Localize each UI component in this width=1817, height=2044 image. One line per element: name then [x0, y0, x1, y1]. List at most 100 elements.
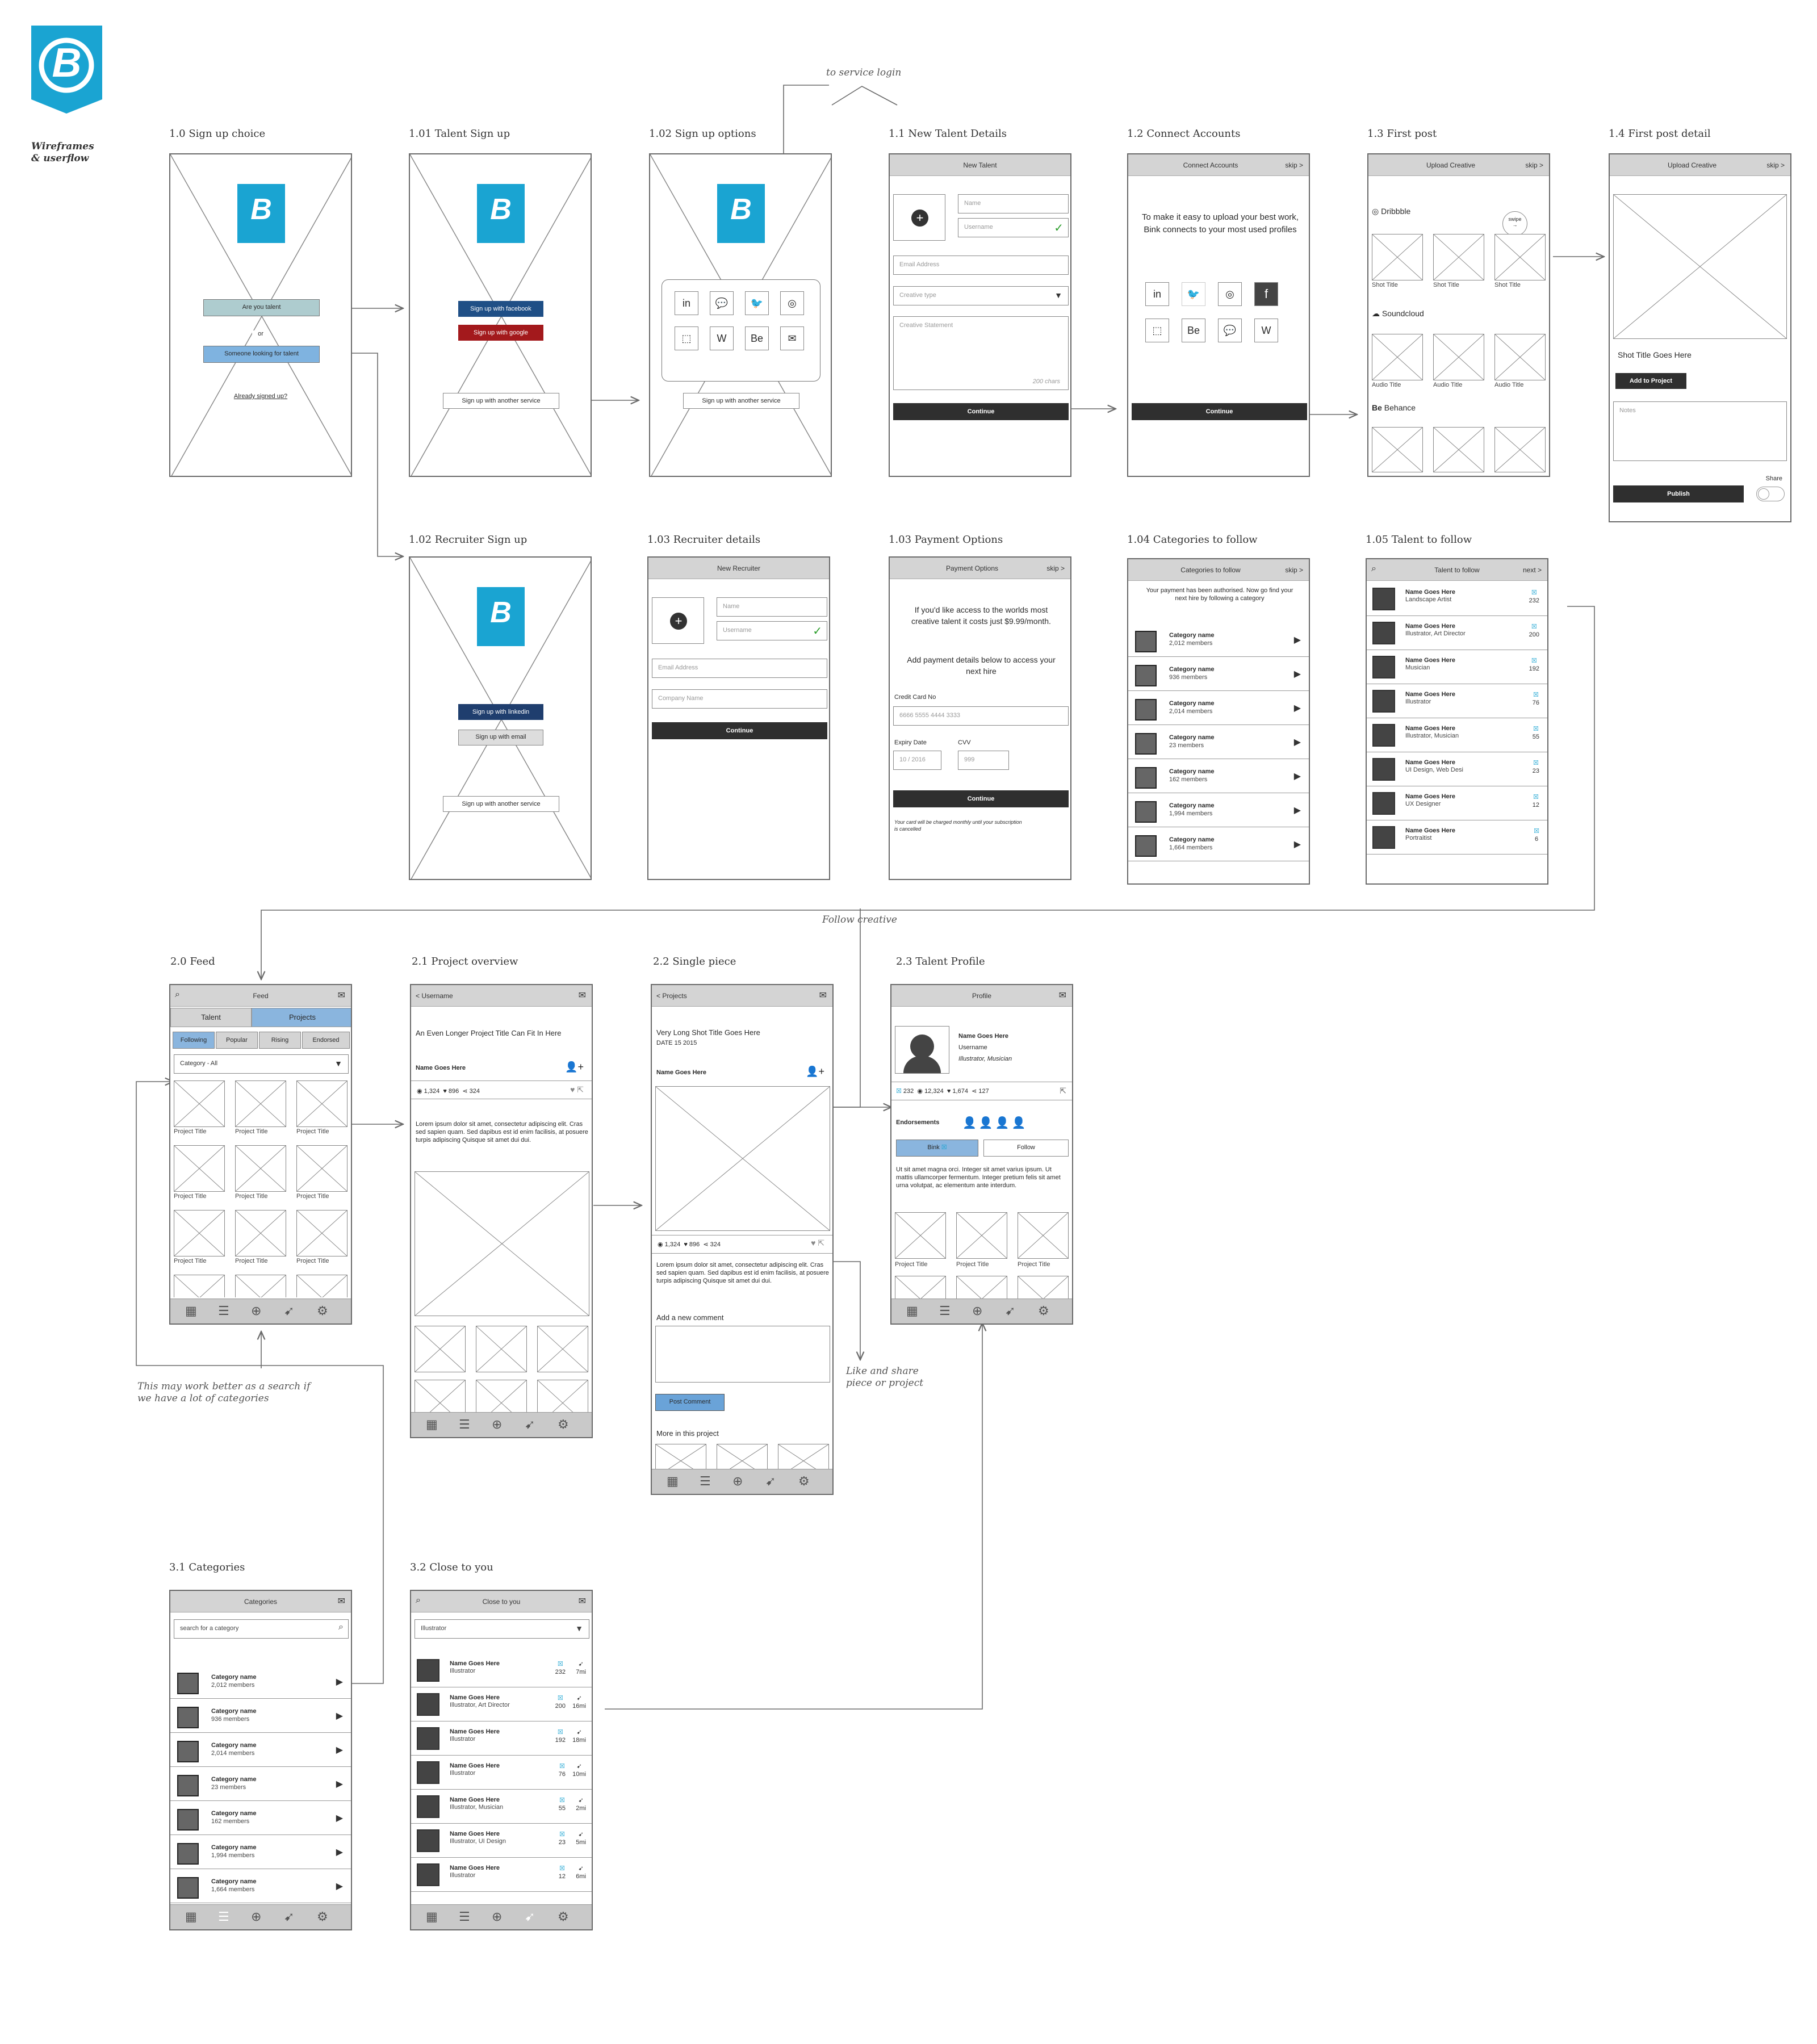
mail-icon[interactable]: ✉ — [1059, 990, 1066, 1001]
back-link[interactable]: < Username — [416, 992, 453, 1000]
author-name[interactable]: Name Goes Here — [416, 1065, 466, 1071]
audio-thumb[interactable] — [1372, 334, 1423, 380]
talent-button[interactable]: Are you talent — [203, 299, 320, 316]
talent-row[interactable]: Name Goes Here Illustrator ☒ 76 — [1367, 684, 1547, 718]
nearby-row[interactable]: Name Goes Here Illustrator ☒ 76 ➹ 10mi — [411, 1756, 592, 1790]
project-thumb[interactable] — [895, 1276, 946, 1301]
dribbble-icon[interactable]: ◎ — [780, 291, 804, 315]
settings-icon[interactable]: ⚙ — [1038, 1305, 1049, 1317]
category-row[interactable]: Category name 2,012 members ▶ — [1128, 623, 1309, 657]
another-service-button[interactable]: Sign up with another service — [683, 393, 799, 409]
wordpress-icon[interactable]: W — [710, 326, 734, 350]
category-row[interactable]: Category name 936 members ▶ — [1128, 657, 1309, 691]
comment-textarea[interactable] — [655, 1326, 830, 1383]
category-row[interactable]: Category name 1,994 members ▶ — [1128, 793, 1309, 827]
nearby-row[interactable]: Name Goes Here Illustrator, UI Design ☒ 23 ➹… — [411, 1824, 592, 1858]
facebook-icon[interactable]: f — [1254, 282, 1278, 306]
recruiter-button[interactable]: Someone looking for talent — [203, 346, 320, 363]
grid-icon[interactable]: ▦ — [426, 1911, 438, 1923]
linkedin-icon[interactable]: in — [1145, 282, 1169, 306]
post-comment-button[interactable]: Post Comment — [655, 1394, 725, 1411]
grid-icon[interactable]: ▦ — [906, 1305, 918, 1317]
shot-thumb[interactable] — [1494, 234, 1546, 280]
share-toggle[interactable] — [1756, 487, 1785, 501]
email-button[interactable]: Sign up with email — [458, 730, 543, 745]
nearby-row[interactable]: Name Goes Here Illustrator ☒ 192 ➹ 18mi — [411, 1722, 592, 1756]
grid-icon[interactable]: ▦ — [185, 1911, 197, 1923]
avatar-add[interactable]: + — [893, 194, 945, 241]
talent-row[interactable]: Name Goes Here Musician ☒ 192 — [1367, 650, 1547, 684]
tab-projects[interactable]: Projects — [252, 1008, 351, 1027]
follow-button[interactable]: Follow — [983, 1140, 1069, 1157]
category-row[interactable]: Category name 2,012 members ▶ — [170, 1665, 351, 1699]
continue-button[interactable]: Continue — [652, 722, 827, 739]
settings-icon[interactable]: ⚙ — [798, 1475, 810, 1488]
already-signed-link[interactable]: Already signed up? — [170, 393, 351, 400]
settings-icon[interactable]: ⚙ — [558, 1911, 569, 1923]
pin-icon[interactable]: ➹ — [284, 1305, 294, 1317]
category-row[interactable]: Category name 1,994 members ▶ — [170, 1835, 351, 1869]
follow-user-icon[interactable]: 👤+ — [806, 1066, 824, 1078]
category-row[interactable]: Category name 936 members ▶ — [170, 1699, 351, 1733]
audio-thumb[interactable] — [1433, 334, 1484, 380]
mail-icon[interactable]: ✉ — [338, 990, 345, 1001]
talent-row[interactable]: Name Goes Here UI Design, Web Desi ☒ 23 — [1367, 752, 1547, 786]
piece-image[interactable] — [655, 1086, 830, 1231]
continue-button[interactable]: Continue — [1132, 403, 1307, 420]
wordpress-icon[interactable]: W — [1254, 319, 1278, 342]
another-service-button[interactable]: Sign up with another service — [443, 393, 559, 409]
expiry-input[interactable]: 10 / 2016 — [893, 751, 941, 770]
author-name[interactable]: Name Goes Here — [656, 1069, 706, 1076]
list-icon[interactable]: ☰ — [700, 1475, 711, 1488]
list-icon[interactable]: ☰ — [939, 1305, 951, 1317]
project-thumb[interactable] — [537, 1326, 588, 1372]
project-thumb[interactable] — [296, 1080, 348, 1127]
mail-icon[interactable]: ✉ — [338, 1595, 345, 1607]
add-icon[interactable]: ⊕ — [972, 1305, 982, 1317]
another-service-button[interactable]: Sign up with another service — [443, 796, 559, 812]
nearby-row[interactable]: Name Goes Here Illustrator, Musician ☒ 55 ➹ 2… — [411, 1790, 592, 1824]
talent-row[interactable]: Name Goes Here Portraitist ☒ 6 — [1367, 820, 1547, 855]
category-row[interactable]: Category name 23 members ▶ — [170, 1767, 351, 1801]
filter-following[interactable]: Following — [173, 1032, 215, 1049]
add-icon[interactable]: ⊕ — [492, 1418, 502, 1431]
pin-icon[interactable]: ➹ — [284, 1911, 294, 1923]
settings-icon[interactable]: ⚙ — [558, 1418, 569, 1431]
project-thumb[interactable] — [235, 1145, 286, 1192]
endorser-avatars[interactable]: 👤👤👤👤 — [962, 1116, 1028, 1130]
project-thumb[interactable] — [1018, 1212, 1069, 1259]
category-select[interactable]: Category - All ▼ — [174, 1054, 349, 1074]
username-input[interactable]: Username ✓ — [958, 218, 1069, 237]
project-thumb[interactable] — [1018, 1276, 1069, 1301]
behance-thumb[interactable] — [1372, 427, 1423, 472]
filter-popular[interactable]: Popular — [216, 1032, 258, 1049]
cvv-input[interactable]: 999 — [958, 751, 1009, 770]
discipline-select[interactable]: Illustrator ▼ — [415, 1619, 589, 1639]
nearby-row[interactable]: Name Goes Here Illustrator ☒ 232 ➹ 7mi — [411, 1653, 592, 1687]
google-button[interactable]: Sign up with google — [458, 325, 543, 341]
settings-icon[interactable]: ⚙ — [317, 1305, 328, 1317]
facebook-button[interactable]: Sign up with facebook — [458, 301, 543, 317]
talent-row[interactable]: Name Goes Here UX Designer ☒ 12 — [1367, 786, 1547, 820]
pin-icon[interactable]: ➹ — [525, 1418, 535, 1431]
mail-icon[interactable]: ✉ — [579, 1595, 586, 1607]
username-input[interactable]: Username ✓ — [717, 621, 827, 640]
list-icon[interactable]: ☰ — [218, 1305, 229, 1317]
project-thumb[interactable] — [296, 1145, 348, 1192]
talent-row[interactable]: Name Goes Here Illustrator, Musician ☒ 55 — [1367, 718, 1547, 752]
add-to-project-button[interactable]: Add to Project — [1615, 373, 1686, 389]
project-thumb[interactable] — [174, 1145, 225, 1192]
category-search-input[interactable]: search for a category ⌕ — [174, 1619, 349, 1639]
notes-textarea[interactable]: Notes — [1613, 401, 1787, 461]
follow-user-icon[interactable]: 👤+ — [565, 1061, 584, 1073]
talent-row[interactable]: Name Goes Here Illustrator, Art Director ☒… — [1367, 616, 1547, 650]
pin-icon[interactable]: ➹ — [525, 1911, 535, 1923]
bink-button[interactable]: Bink ☒ — [896, 1140, 978, 1157]
project-thumb[interactable] — [956, 1212, 1007, 1259]
grid-icon[interactable]: ▦ — [667, 1475, 679, 1488]
dribbble-icon[interactable]: ◎ — [1218, 282, 1242, 306]
name-input[interactable]: Name — [958, 194, 1069, 213]
list-icon[interactable]: ☰ — [459, 1911, 470, 1923]
mail-icon[interactable]: ✉ — [579, 990, 586, 1001]
settings-icon[interactable]: ⚙ — [317, 1911, 328, 1923]
